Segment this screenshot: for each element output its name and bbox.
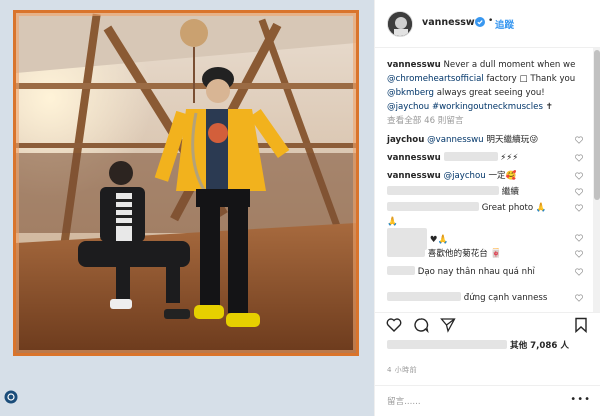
like-heart-icon[interactable] (575, 250, 583, 258)
caption-text: Never a dull moment when we (443, 60, 576, 70)
mention-link[interactable]: @chromeheartsofficial (387, 74, 484, 84)
save-bookmark-icon[interactable] (573, 317, 589, 333)
add-comment-box: 留言...... ••• (375, 385, 600, 416)
comment-input[interactable]: 留言...... (387, 395, 421, 407)
comment-bubble-icon[interactable] (413, 317, 429, 333)
mention-link[interactable]: @bkmberg (387, 88, 434, 98)
like-heart-icon[interactable] (386, 317, 402, 333)
blurred-text (387, 202, 479, 211)
comment-row: 繼續 (387, 186, 589, 198)
comment-row: jaychou @vannesswu 明天繼續玩😜 (387, 134, 589, 146)
like-heart-icon[interactable] (575, 154, 583, 162)
comment-row: 喜歡他的菊花台 🀄 (387, 248, 589, 260)
comment-row: vannesswu @jaychou 一定🥰 (387, 170, 589, 182)
blurred-avatar (387, 228, 427, 250)
separator-dot: • (488, 16, 494, 26)
post-timestamp: 4 小時前 (387, 366, 418, 374)
likes-count: 其他 7,086 人 (510, 341, 569, 351)
comment-text: 喜歡他的菊花台 🀄 (427, 249, 502, 259)
comment-row: Great photo 🙏 (387, 202, 589, 214)
blurred-text (387, 266, 415, 275)
comment-text: 🙏 (387, 217, 398, 227)
comment-row: 🙏 (387, 216, 589, 228)
comment-text: ♥🙏 (429, 235, 449, 245)
blurred-text (443, 152, 498, 161)
hashtag-link[interactable]: #workingoutneckmuscles (432, 102, 543, 112)
scrollbar-thumb[interactable] (594, 50, 600, 200)
avatar-image (388, 12, 412, 36)
post-detail-panel: vannesswu • 追蹤 vannesswu Never a dull mo… (374, 0, 600, 416)
comment-text: 一定🥰 (485, 171, 517, 181)
comment-username[interactable]: vannesswu (387, 171, 441, 181)
comment-text: 繼續 (501, 187, 519, 197)
header-username[interactable]: vannesswu (422, 17, 481, 28)
instagram-post-window: vannesswu • 追蹤 vannesswu Never a dull mo… (0, 0, 600, 416)
blurred-text (387, 248, 425, 257)
like-heart-icon[interactable] (575, 204, 583, 212)
comments-list[interactable]: vannesswu Never a dull moment when we @c… (375, 48, 593, 312)
follow-button[interactable]: 追蹤 (495, 17, 514, 31)
like-heart-icon[interactable] (575, 172, 583, 180)
like-heart-icon[interactable] (575, 188, 583, 196)
comment-text: Great photo 🙏 (479, 203, 547, 213)
instagram-logo-icon[interactable] (4, 390, 18, 404)
caption-text: ✝ (542, 102, 553, 112)
mention-link[interactable]: @jaychou (444, 171, 486, 181)
emoji-box: □ (519, 74, 528, 84)
likes-summary[interactable]: 其他 7,086 人 (387, 339, 589, 351)
verified-badge-icon (475, 17, 485, 27)
comment-username[interactable]: jaychou (387, 135, 424, 145)
photo-panel (0, 0, 374, 416)
caption-text: factory (483, 74, 520, 84)
more-options-icon[interactable]: ••• (570, 394, 591, 405)
post-photo[interactable] (13, 10, 359, 356)
like-heart-icon[interactable] (575, 268, 583, 276)
comment-username[interactable]: vannesswu (387, 153, 441, 163)
like-heart-icon[interactable] (575, 294, 583, 302)
comments-scrollbar[interactable] (593, 48, 600, 312)
mention-link[interactable]: @jaychou (387, 102, 429, 112)
comment-text: 明天繼續玩😜 (483, 135, 539, 145)
avatar[interactable] (387, 11, 413, 37)
like-heart-icon[interactable] (575, 234, 583, 242)
comment-row: ♥🙏 (387, 228, 589, 250)
mention-link[interactable]: @vannesswu (427, 135, 484, 145)
comment-row: Dạo nay thân nhau quá nhỉ (387, 266, 589, 278)
share-icon[interactable] (440, 317, 456, 333)
comment-row: vannesswu ⚡⚡⚡ (387, 152, 589, 164)
action-bar (375, 312, 600, 336)
photo-image (16, 13, 356, 353)
view-all-comments-link[interactable]: 查看全部 46 則留言 (387, 114, 464, 126)
caption-text: Thank you (527, 74, 576, 84)
caption-text: always great seeing you! (433, 88, 545, 98)
like-heart-icon[interactable] (575, 136, 583, 144)
blurred-likers (387, 340, 507, 349)
post-caption: vannesswu Never a dull moment when we @c… (387, 58, 587, 114)
comment-row: đứng cạnh vanness (387, 292, 589, 304)
comment-text: đứng cạnh vanness (463, 293, 548, 303)
caption-username[interactable]: vannesswu (387, 60, 441, 70)
post-header: vannesswu • 追蹤 (375, 0, 600, 48)
blurred-text (387, 292, 461, 301)
blurred-text (387, 186, 499, 195)
comment-text: ⚡⚡⚡ (497, 153, 519, 163)
comment-text: Dạo nay thân nhau quá nhỉ (415, 267, 535, 277)
